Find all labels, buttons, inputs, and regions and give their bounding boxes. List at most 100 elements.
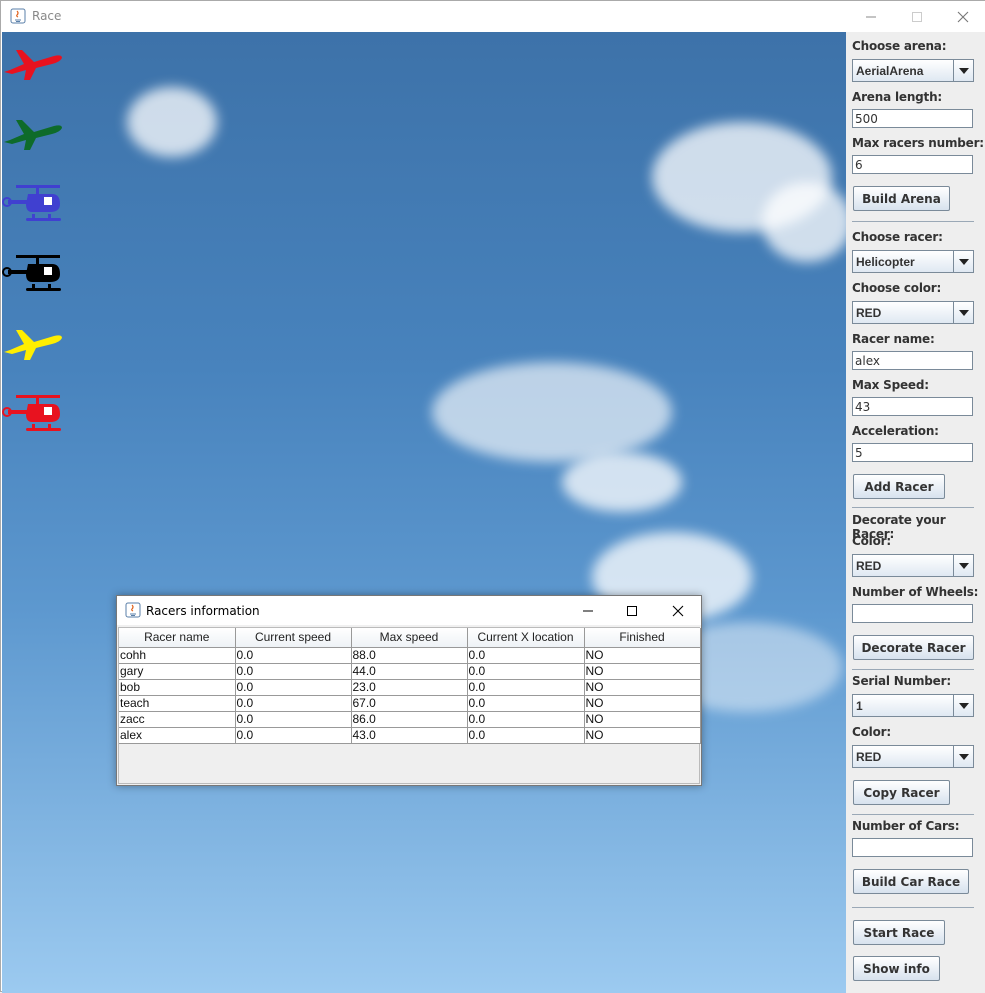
table-cell[interactable]: NO [584,695,701,712]
dialog-minimize-button[interactable] [565,596,611,625]
separator [852,507,974,508]
table-cell[interactable]: 0.0 [467,695,585,712]
color-select[interactable]: RED [852,301,974,324]
arena-select[interactable]: AerialArena [852,59,974,82]
table-cell[interactable]: 0.0 [467,711,585,728]
decorate-racer-button[interactable]: Decorate Racer [853,635,974,660]
racer-select-value: Helicopter [856,255,915,269]
dialog-maximize-button[interactable] [609,596,655,625]
table-cell[interactable]: 0.0 [467,663,585,680]
table-cell[interactable]: 67.0 [351,695,468,712]
table-cell[interactable]: teach [119,695,236,712]
decor-color-select-value: RED [856,559,882,573]
table-cell[interactable]: zacc [119,711,236,728]
table-cell[interactable]: 0.0 [467,727,585,744]
start-race-button[interactable]: Start Race [853,920,945,945]
wheels-field[interactable] [852,604,973,623]
column-header[interactable]: Finished [584,628,701,648]
separator [852,814,974,815]
acceleration-label: Acceleration: [852,424,939,438]
column-header[interactable]: Racer name [119,628,236,648]
table-cell[interactable]: alex [119,727,236,744]
show-info-button[interactable]: Show info [853,956,940,981]
table-row[interactable]: zacc 0.0 86.0 0.0 NO [119,711,701,728]
cloud [432,362,672,462]
airplane-icon [4,120,62,150]
copy-racer-button[interactable]: Copy Racer [853,780,950,805]
main-window: Race Choose arena: AerialArena Arena len… [0,0,985,993]
table-cell[interactable]: NO [584,647,701,664]
chevron-down-icon[interactable] [953,555,973,576]
maximize-button[interactable] [894,1,940,32]
racer-name-label: Racer name: [852,332,935,346]
table-cell[interactable]: 0.0 [467,647,585,664]
table-cell[interactable]: NO [584,711,701,728]
table-row[interactable]: alex 0.0 43.0 0.0 NO [119,727,701,744]
column-header[interactable]: Max speed [351,628,468,648]
helicopter-icon [2,185,61,221]
cloud [127,87,217,157]
cars-field[interactable] [852,838,973,857]
table-cell[interactable]: 0.0 [235,663,352,680]
racer-select[interactable]: Helicopter [852,250,974,273]
table-cell[interactable]: bob [119,679,236,696]
table-cell[interactable]: cohh [119,647,236,664]
build-arena-button[interactable]: Build Arena [853,186,950,211]
table-cell[interactable]: 0.0 [235,695,352,712]
chevron-down-icon[interactable] [953,251,973,272]
table-cell[interactable]: 43.0 [351,727,468,744]
decor-color-label: Color: [852,534,891,548]
acceleration-field[interactable]: 5 [852,443,973,462]
arena-label: Choose arena: [852,39,947,53]
table-cell[interactable]: 0.0 [235,679,352,696]
chevron-down-icon[interactable] [953,746,973,767]
table-cell[interactable]: NO [584,663,701,680]
copy-color-select[interactable]: RED [852,745,974,768]
table-cell[interactable]: 0.0 [235,647,352,664]
table-cell[interactable]: NO [584,679,701,696]
maximize-icon [627,605,637,616]
dialog-close-button[interactable] [655,596,701,625]
airplane-icon [4,50,62,80]
chevron-down-icon[interactable] [953,60,973,81]
decor-color-select[interactable]: RED [852,554,974,577]
add-racer-button[interactable]: Add Racer [853,474,945,499]
window-title: Race [32,9,62,23]
table-cell[interactable]: gary [119,663,236,680]
racer-name-field[interactable]: alex [852,351,973,370]
table-cell[interactable]: 0.0 [467,679,585,696]
table-cell[interactable]: 44.0 [351,663,468,680]
serial-select-value: 1 [856,699,863,713]
table-cell[interactable]: NO [584,727,701,744]
table-header-row: Racer name Current speed Max speed Curre… [119,628,701,648]
column-header[interactable]: Current speed [235,628,352,648]
table-cell[interactable]: 88.0 [351,647,468,664]
arena-length-field[interactable]: 500 [852,109,973,128]
table-cell[interactable]: 0.0 [235,711,352,728]
airplane-icon [4,330,62,360]
cloud [562,452,682,512]
table-cell[interactable]: 86.0 [351,711,468,728]
separator [852,669,974,670]
max-speed-field[interactable]: 43 [852,397,973,416]
minimize-button[interactable] [848,1,894,32]
cloud [762,182,846,262]
copy-color-select-value: RED [856,750,882,764]
arena-select-value: AerialArena [856,64,924,78]
table-row[interactable]: gary 0.0 44.0 0.0 NO [119,663,701,680]
table-row[interactable]: teach 0.0 67.0 0.0 NO [119,695,701,712]
build-car-race-button[interactable]: Build Car Race [853,869,969,894]
color-select-value: RED [856,306,882,320]
max-racers-field[interactable]: 6 [852,155,973,174]
table-row[interactable]: bob 0.0 23.0 0.0 NO [119,679,701,696]
table-cell[interactable]: 23.0 [351,679,468,696]
control-panel: Choose arena: AerialArena Arena length: … [846,32,985,993]
column-header[interactable]: Current X location [467,628,585,648]
racers-table: Racer name Current speed Max speed Curre… [119,628,701,744]
close-button[interactable] [940,1,985,32]
serial-select[interactable]: 1 [852,694,974,717]
table-cell[interactable]: 0.0 [235,727,352,744]
chevron-down-icon[interactable] [953,302,973,323]
table-row[interactable]: cohh 0.0 88.0 0.0 NO [119,647,701,664]
chevron-down-icon[interactable] [953,695,973,716]
